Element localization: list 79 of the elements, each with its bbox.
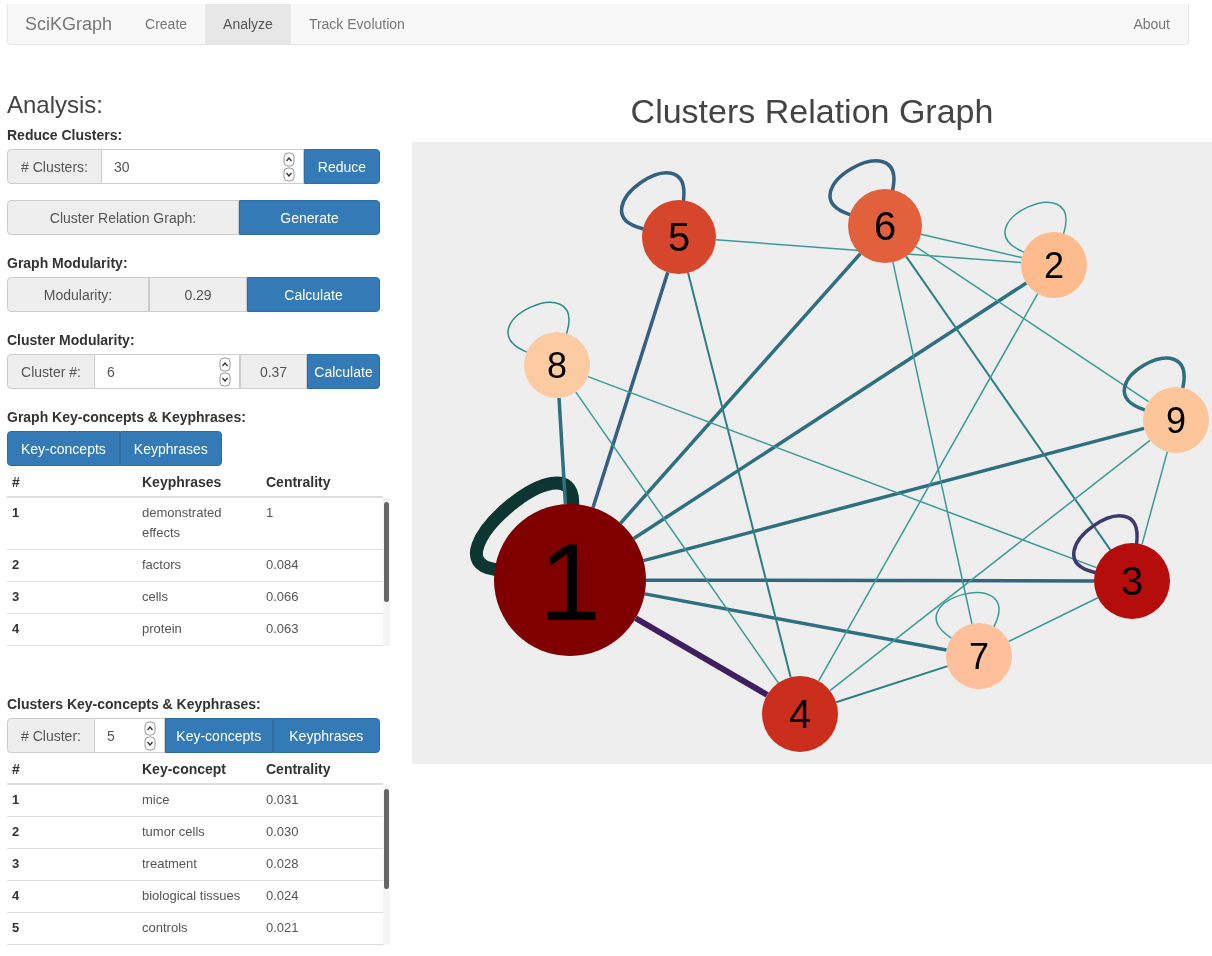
view-button[interactable]: Keyphrases: [272, 718, 380, 753]
table-cell-text: 1: [12, 791, 21, 809]
about-link[interactable]: About: [1115, 4, 1188, 44]
table-cell-text: 0.063: [266, 620, 300, 638]
self-loop-edge: [935, 592, 1000, 639]
section-heading: Graph Modularity:: [7, 255, 129, 271]
table-cell-text: 3: [12, 855, 21, 873]
number-field[interactable]: 30: [102, 149, 304, 184]
graph-node[interactable]: 4: [762, 676, 838, 752]
column-header: #: [12, 761, 21, 777]
scrollbar[interactable]: [384, 789, 389, 889]
input-label: # Cluster:: [7, 718, 95, 753]
view-button[interactable]: Keyphrases: [119, 431, 222, 466]
self-loop-edge: [1004, 201, 1067, 253]
modularity-value: 0.37: [240, 354, 307, 389]
input-label: Cluster Relation Graph:: [7, 200, 239, 235]
column-header: Centrality: [266, 761, 332, 777]
graph-node[interactable]: 9: [1143, 387, 1209, 453]
column-header: Centrality: [266, 474, 332, 490]
table-cell-text: 0.031: [266, 791, 300, 809]
graph-node[interactable]: 5: [642, 200, 716, 274]
nav-tab[interactable]: Create: [127, 4, 206, 44]
graph-node[interactable]: 3: [1094, 543, 1170, 619]
table-cell-text: tumor cells: [142, 823, 206, 841]
table-cell-text: 2: [12, 823, 21, 841]
scrollbar[interactable]: [384, 502, 389, 602]
graph-node[interactable]: 6: [848, 189, 922, 263]
view-button[interactable]: Key-concepts: [165, 718, 273, 753]
input-label: # Clusters:: [7, 149, 102, 184]
table-cell-text: factors: [142, 556, 182, 574]
modularity-value: 0.29: [149, 277, 247, 312]
calculate-button[interactable]: Calculate: [247, 277, 380, 312]
generate-button[interactable]: Generate: [239, 200, 380, 235]
spinner-icon[interactable]: [219, 356, 231, 387]
nav-tab[interactable]: Analyze: [205, 4, 291, 44]
table-cell-text: 3: [12, 588, 21, 606]
section-heading: Reduce Clusters:: [7, 127, 124, 143]
table-cell-text: 1: [266, 504, 275, 522]
section-heading: Cluster Modularity:: [7, 332, 136, 348]
table-cell-text: 0.030: [266, 823, 300, 841]
table-cell-text: 2: [12, 556, 21, 574]
table-cell-text: 0.084: [266, 556, 300, 574]
table-cell-text: 0.028: [266, 855, 300, 873]
column-header: Keyphrases: [142, 474, 223, 490]
table-cell-text: 0.024: [266, 887, 300, 905]
reduce-button[interactable]: Reduce: [304, 149, 380, 184]
table-cell-text: cells: [142, 588, 169, 606]
section-title: Analysis:: [7, 91, 105, 119]
graph-title: Clusters Relation Graph: [629, 91, 995, 131]
calculate-button[interactable]: Calculate: [307, 354, 380, 389]
section-heading: Clusters Key-concepts & Keyphrases:: [7, 696, 262, 712]
view-button[interactable]: Key-concepts: [7, 431, 120, 466]
graph-node[interactable]: 8: [524, 332, 590, 398]
table-cell-text: 0.066: [266, 588, 300, 606]
nav-tab[interactable]: Track Evolution: [290, 4, 423, 44]
section-heading: Graph Key-concepts & Keyphrases:: [7, 409, 247, 425]
input-label: Modularity:: [7, 277, 149, 312]
table-cell-text: 5: [12, 919, 21, 937]
table-cell-text: 0.021: [266, 919, 300, 937]
number-field[interactable]: 6: [95, 354, 240, 389]
table-cell-text: mice: [142, 791, 171, 809]
spinner-icon[interactable]: [144, 720, 156, 751]
number-field[interactable]: 5: [95, 718, 165, 753]
column-header: #: [12, 474, 21, 490]
brand-link[interactable]: SciKGraph: [8, 4, 128, 44]
spinner-icon[interactable]: [283, 151, 295, 182]
input-label: Cluster #:: [7, 354, 95, 389]
table-cell-text: demonstrated effects: [142, 504, 223, 542]
column-header: Key-concept: [142, 761, 228, 777]
graph-node[interactable]: 2: [1021, 232, 1087, 298]
table-cell-text: protein: [142, 620, 183, 638]
table-cell-text: 1: [12, 504, 21, 522]
table-cell-text: 4: [12, 620, 21, 638]
table-cell-text: controls: [142, 919, 189, 937]
table-cell-text: 4: [12, 887, 21, 905]
table-cell-text: biological tissues: [142, 887, 242, 905]
self-loop-edge: [507, 301, 570, 353]
graph-node[interactable]: 7: [946, 623, 1012, 689]
table-cell-text: treatment: [142, 855, 198, 873]
